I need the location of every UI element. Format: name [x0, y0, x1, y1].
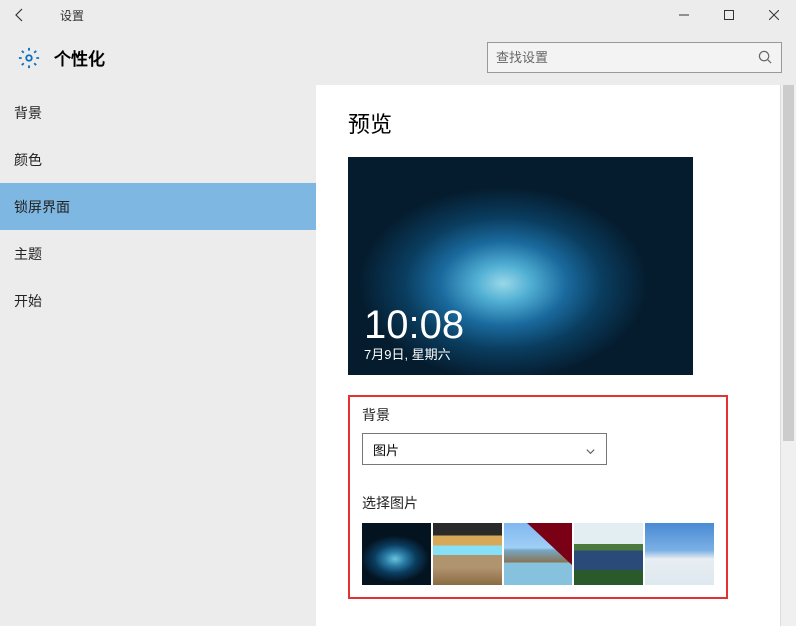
- sidebar-item-colors[interactable]: 颜色: [0, 136, 316, 183]
- search-box[interactable]: [487, 42, 782, 73]
- content-area: 预览 10:08 7月9日, 星期六 背景 图片 选择图片: [316, 85, 796, 626]
- search-icon: [758, 50, 773, 65]
- scroll-thumb[interactable]: [783, 85, 794, 441]
- preview-heading: 预览: [348, 107, 764, 139]
- scrollbar[interactable]: [780, 85, 796, 626]
- sidebar: 背景 颜色 锁屏界面 主题 开始: [0, 85, 316, 626]
- window-title: 设置: [40, 7, 661, 24]
- back-button[interactable]: [0, 0, 40, 30]
- picture-thumb-4[interactable]: [574, 523, 643, 585]
- page-title: 个性化: [54, 45, 487, 70]
- minimize-button[interactable]: [661, 0, 706, 30]
- preview-time: 10:08: [364, 305, 464, 345]
- picture-thumb-2[interactable]: [433, 523, 502, 585]
- lockscreen-preview: 10:08 7月9日, 星期六: [348, 157, 693, 375]
- sidebar-item-themes[interactable]: 主题: [0, 230, 316, 277]
- sidebar-item-start[interactable]: 开始: [0, 277, 316, 324]
- choose-picture-label: 选择图片: [362, 493, 714, 513]
- preview-date: 7月9日, 星期六: [364, 344, 451, 363]
- picture-thumb-1[interactable]: [362, 523, 431, 585]
- picture-thumbnails: [362, 523, 714, 585]
- highlight-annotation: 背景 图片 选择图片: [348, 395, 728, 599]
- chevron-down-icon: [585, 444, 596, 455]
- background-label: 背景: [362, 405, 714, 425]
- maximize-button[interactable]: [706, 0, 751, 30]
- gear-icon: [18, 47, 40, 69]
- close-button[interactable]: [751, 0, 796, 30]
- sidebar-item-background[interactable]: 背景: [0, 89, 316, 136]
- sidebar-item-lockscreen[interactable]: 锁屏界面: [0, 183, 316, 230]
- picture-thumb-3[interactable]: [504, 523, 573, 585]
- dropdown-value: 图片: [373, 440, 399, 459]
- search-input[interactable]: [496, 50, 758, 65]
- background-dropdown[interactable]: 图片: [362, 433, 607, 465]
- picture-thumb-5[interactable]: [645, 523, 714, 585]
